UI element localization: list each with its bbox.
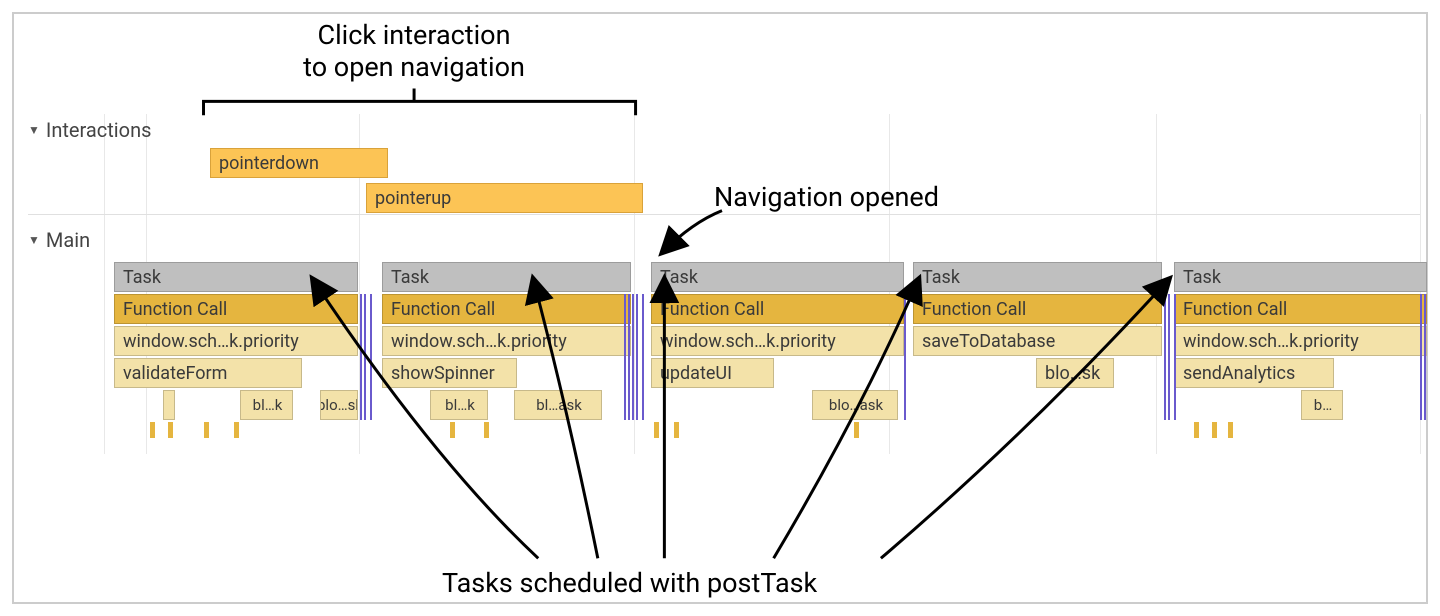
- function-call-bar[interactable]: Function Call: [1174, 294, 1427, 324]
- task-bar[interactable]: Task: [913, 262, 1162, 292]
- microtask-stripe: [370, 294, 372, 420]
- track-label-main[interactable]: ▼ Main: [28, 228, 90, 252]
- microtask-stripe: [642, 294, 644, 420]
- gridline: [104, 114, 105, 454]
- block-bar[interactable]: bl…k: [430, 390, 488, 420]
- interactions-track-text: Interactions: [46, 118, 152, 142]
- track-divider: [28, 214, 1420, 215]
- function-call-bar[interactable]: Function Call: [651, 294, 904, 324]
- interaction-pointerdown[interactable]: pointerdown: [210, 148, 388, 178]
- priority-bar[interactable]: window.sch…k.priority: [651, 326, 904, 356]
- tick-mark: [234, 422, 239, 438]
- tick-mark: [168, 422, 173, 438]
- track-label-interactions[interactable]: ▼ Interactions: [28, 118, 151, 142]
- microtask-stripe: [1420, 294, 1422, 420]
- microtask-stripe: [636, 294, 638, 420]
- task-bar[interactable]: Task: [1174, 262, 1427, 292]
- tick-mark: [484, 422, 489, 438]
- annotation-tasks-posttask: Tasks scheduled with postTask: [442, 567, 817, 599]
- main-track-text: Main: [46, 228, 90, 252]
- tick-mark: [674, 422, 679, 438]
- microtask-stripe: [632, 294, 634, 420]
- task-bar[interactable]: Task: [382, 262, 631, 292]
- block-bar[interactable]: bl…k: [240, 390, 293, 420]
- tick-mark: [150, 422, 155, 438]
- task-bar[interactable]: Task: [651, 262, 904, 292]
- annotation-click-interaction: Click interaction to open navigation: [214, 19, 614, 84]
- block-bar[interactable]: blo…sk: [320, 390, 358, 420]
- annotation-line1: Click interaction: [214, 19, 614, 51]
- block-bar[interactable]: [163, 390, 175, 420]
- disclosure-triangle-icon[interactable]: ▼: [28, 123, 40, 137]
- task-bar[interactable]: Task: [114, 262, 358, 292]
- priority-bar[interactable]: window.sch…k.priority: [1174, 326, 1427, 356]
- block-bar[interactable]: bl…ask: [514, 390, 602, 420]
- priority-bar[interactable]: window.sch…k.priority: [114, 326, 358, 356]
- priority-bar[interactable]: saveToDatabase: [913, 326, 1162, 356]
- function-call-bar[interactable]: Function Call: [114, 294, 358, 324]
- annotation-line2: to open navigation: [214, 51, 614, 83]
- microtask-stripe: [364, 294, 366, 420]
- interaction-pointerup[interactable]: pointerup: [366, 183, 643, 213]
- tick-mark: [204, 422, 209, 438]
- tick-mark: [450, 422, 455, 438]
- function-call-bar[interactable]: Function Call: [382, 294, 631, 324]
- microtask-stripe: [1424, 294, 1426, 420]
- gridline: [634, 114, 635, 454]
- tick-mark: [1194, 422, 1199, 438]
- disclosure-triangle-icon[interactable]: ▼: [28, 233, 40, 247]
- microtask-stripe: [904, 294, 906, 420]
- fn-bar[interactable]: blo…sk: [1036, 358, 1114, 388]
- tick-mark: [1212, 422, 1217, 438]
- fn-bar[interactable]: updateUI: [651, 358, 774, 388]
- tick-mark: [1228, 422, 1233, 438]
- block-bar[interactable]: b…: [1301, 390, 1343, 420]
- microtask-stripe: [1174, 294, 1176, 420]
- tick-mark: [854, 422, 859, 438]
- tick-mark: [654, 422, 659, 438]
- microtask-stripe: [624, 294, 626, 420]
- fn-bar[interactable]: validateForm: [114, 358, 302, 388]
- devtools-frame: Click interaction to open navigation Nav…: [12, 12, 1428, 604]
- block-bar[interactable]: blo…ask: [812, 390, 898, 420]
- microtask-stripe: [360, 294, 362, 420]
- microtask-stripe: [1164, 294, 1166, 420]
- microtask-stripe: [1168, 294, 1170, 420]
- fn-bar[interactable]: sendAnalytics: [1174, 358, 1334, 388]
- annotation-navigation-opened: Navigation opened: [714, 181, 939, 213]
- fn-bar[interactable]: showSpinner: [382, 358, 517, 388]
- microtask-stripe: [628, 294, 630, 420]
- function-call-bar[interactable]: Function Call: [913, 294, 1162, 324]
- priority-bar[interactable]: window.sch…k.priority: [382, 326, 631, 356]
